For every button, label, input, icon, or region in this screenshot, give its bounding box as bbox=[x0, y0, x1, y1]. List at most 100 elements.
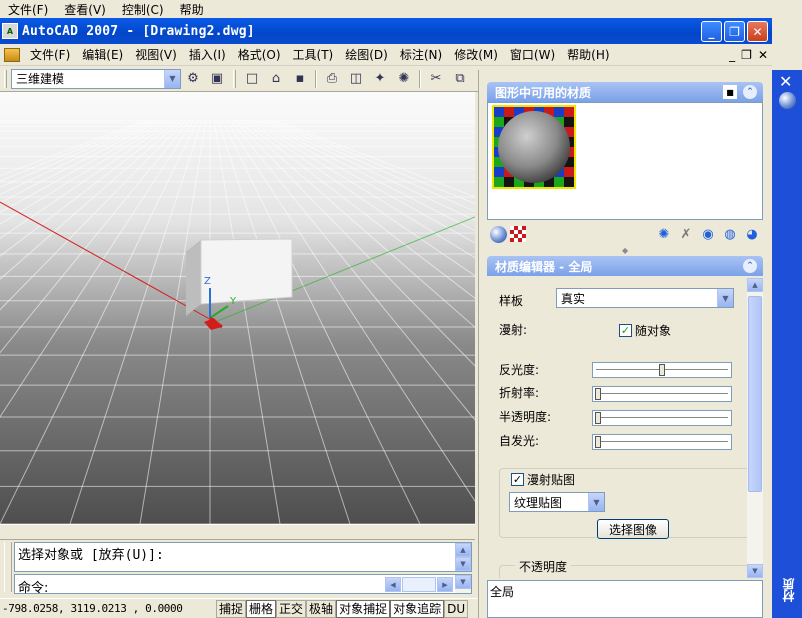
preview-icon[interactable]: ◫ bbox=[345, 68, 367, 90]
scroll-right-icon[interactable]: ▶ bbox=[437, 577, 453, 592]
scroll-up-icon[interactable]: ▲ bbox=[455, 543, 471, 557]
scroll-down-icon[interactable]: ▼ bbox=[455, 575, 471, 589]
publish-icon[interactable]: ✦ bbox=[369, 68, 391, 90]
purge-icon[interactable]: ✗ bbox=[676, 224, 696, 244]
print-icon[interactable]: ⎙ bbox=[321, 68, 343, 90]
drawing-viewport[interactable]: Z Y bbox=[0, 92, 475, 524]
new-icon[interactable]: □ bbox=[241, 68, 263, 90]
scroll-down-icon[interactable]: ▼ bbox=[455, 557, 471, 571]
doc-minimize-button[interactable]: _ bbox=[729, 48, 735, 62]
command-hscrollbar[interactable]: ◀ ▶ bbox=[385, 577, 455, 592]
by-object-checkbox[interactable]: ✓ 随对象 bbox=[619, 322, 671, 339]
box-front-face[interactable] bbox=[200, 238, 293, 305]
ortho-toggle[interactable]: 正交 bbox=[276, 599, 307, 618]
osnap-toggle[interactable]: 对象捕捉 bbox=[336, 599, 391, 618]
available-materials-header[interactable]: 图形中可用的材质 ■ ⌃ bbox=[487, 82, 763, 102]
open-icon[interactable]: ⌂ bbox=[265, 68, 287, 90]
map-type-dropdown[interactable]: 纹理贴图 ▼ bbox=[509, 492, 605, 512]
polar-toggle[interactable]: 极轴 bbox=[306, 599, 337, 618]
translucency-slider[interactable] bbox=[592, 410, 732, 426]
collapse-icon[interactable]: ⌃ bbox=[743, 85, 757, 99]
menu-tools[interactable]: 工具(T) bbox=[287, 46, 340, 63]
panel-splitter-icon[interactable]: ◆ bbox=[622, 246, 628, 255]
menu-insert[interactable]: 插入(I) bbox=[183, 46, 232, 63]
diffuse-map-checkbox[interactable]: ✓ 漫射贴图 bbox=[511, 471, 580, 488]
workspace-dropdown[interactable]: 三维建模 ▼ bbox=[11, 68, 181, 89]
command-window-grip[interactable] bbox=[4, 542, 12, 592]
restore-button[interactable]: ❐ bbox=[724, 21, 745, 42]
snap-toggle[interactable]: 捕捉 bbox=[216, 599, 247, 618]
autocad-app-icon[interactable]: A bbox=[2, 23, 18, 39]
ducs-toggle[interactable]: DU bbox=[444, 599, 469, 618]
menu-dimension[interactable]: 标注(N) bbox=[394, 46, 448, 63]
otrack-toggle[interactable]: 对象追踪 bbox=[390, 599, 445, 618]
swatch-geometry-icon[interactable] bbox=[488, 224, 508, 244]
grid-toggle[interactable]: 栅格 bbox=[246, 599, 277, 618]
palette-title-strip[interactable]: ✕ 材质 bbox=[772, 70, 802, 618]
coordinate-readout[interactable]: -798.0258, 3119.0213 , 0.0000 bbox=[0, 602, 216, 615]
material-editor-header[interactable]: 材质编辑器 - 全局 ⌃ bbox=[487, 256, 763, 276]
close-button[interactable]: ✕ bbox=[747, 21, 768, 42]
material-list-box[interactable]: 全局 bbox=[487, 580, 763, 618]
box-side-face[interactable] bbox=[186, 240, 201, 316]
material-options-icon[interactable]: ◕ bbox=[742, 224, 762, 244]
command-line[interactable]: 命令: ◀ ▶ ▼ bbox=[14, 574, 472, 596]
view-toggle-icon[interactable]: ■ bbox=[723, 85, 737, 99]
slider-thumb[interactable] bbox=[595, 388, 601, 400]
menu-edit[interactable]: 编辑(E) bbox=[76, 46, 129, 63]
scroll-thumb[interactable] bbox=[402, 577, 436, 592]
menu-help[interactable]: 帮助(H) bbox=[561, 46, 615, 63]
shininess-slider[interactable] bbox=[592, 362, 732, 378]
toolbar-grip[interactable] bbox=[4, 69, 7, 88]
menu-modify[interactable]: 修改(M) bbox=[448, 46, 504, 63]
minimize-button[interactable]: _ bbox=[701, 21, 722, 42]
template-dropdown[interactable]: 真实 ▼ bbox=[556, 288, 734, 308]
history-scrollbar[interactable]: ▲ ▼ bbox=[455, 543, 471, 571]
palette-properties-icon[interactable] bbox=[779, 92, 796, 109]
self-illumination-slider[interactable] bbox=[592, 434, 732, 450]
toolbar-grip[interactable] bbox=[233, 69, 236, 88]
menu-draw[interactable]: 绘图(D) bbox=[339, 46, 394, 63]
menu-file[interactable]: 文件(F) bbox=[24, 46, 76, 63]
doc-close-button[interactable]: ✕ bbox=[758, 48, 768, 62]
chevron-down-icon[interactable]: ▼ bbox=[717, 289, 733, 307]
select-image-button[interactable]: 选择图像 bbox=[597, 519, 669, 539]
host-menu-help[interactable]: 帮助 bbox=[172, 1, 212, 18]
chevron-down-icon[interactable]: ▼ bbox=[588, 493, 604, 511]
document-window-controls: _ ❐ ✕ bbox=[729, 48, 768, 62]
save-icon[interactable]: ▪ bbox=[289, 68, 311, 90]
palette-close-icon[interactable]: ✕ bbox=[779, 72, 792, 91]
3d-dwf-icon[interactable]: ✺ bbox=[393, 68, 415, 90]
host-menu-file[interactable]: 文件(F) bbox=[0, 1, 56, 18]
material-swatch-global[interactable] bbox=[492, 105, 576, 189]
document-icon[interactable] bbox=[4, 47, 20, 62]
menu-view[interactable]: 视图(V) bbox=[129, 46, 183, 63]
collapse-icon[interactable]: ⌃ bbox=[743, 259, 757, 273]
chevron-down-icon[interactable]: ▼ bbox=[164, 69, 180, 88]
apply-material-icon[interactable]: ◉ bbox=[698, 224, 718, 244]
refraction-slider[interactable] bbox=[592, 386, 732, 402]
slider-thumb[interactable] bbox=[595, 412, 601, 424]
scroll-thumb[interactable] bbox=[748, 296, 762, 492]
menu-window[interactable]: 窗口(W) bbox=[504, 46, 561, 63]
workspace-save-icon[interactable]: ▣ bbox=[206, 68, 228, 90]
scroll-up-icon[interactable]: ▲ bbox=[747, 278, 763, 292]
host-menu-view[interactable]: 查看(V) bbox=[56, 1, 114, 18]
command-line-scrollbar[interactable]: ▼ bbox=[455, 575, 471, 593]
scroll-left-icon[interactable]: ◀ bbox=[385, 577, 401, 592]
host-menu-control[interactable]: 控制(C) bbox=[114, 1, 172, 18]
slider-thumb[interactable] bbox=[595, 436, 601, 448]
workspace-settings-icon[interactable]: ⚙ bbox=[182, 68, 204, 90]
cut-icon[interactable]: ✂ bbox=[425, 68, 447, 90]
copy-icon[interactable]: ⧉ bbox=[449, 68, 471, 90]
menu-format[interactable]: 格式(O) bbox=[232, 46, 287, 63]
checkered-background-icon[interactable] bbox=[510, 226, 526, 242]
doc-restore-button[interactable]: ❐ bbox=[741, 48, 752, 62]
remove-material-icon[interactable]: ◍ bbox=[720, 224, 740, 244]
create-material-icon[interactable]: ✺ bbox=[654, 224, 674, 244]
command-splitter[interactable] bbox=[0, 524, 475, 540]
material-swatch-area[interactable] bbox=[487, 102, 763, 220]
slider-thumb[interactable] bbox=[659, 364, 665, 376]
material-editor-scrollbar[interactable]: ▲ ▼ bbox=[747, 278, 763, 578]
scroll-down-icon[interactable]: ▼ bbox=[747, 564, 763, 578]
